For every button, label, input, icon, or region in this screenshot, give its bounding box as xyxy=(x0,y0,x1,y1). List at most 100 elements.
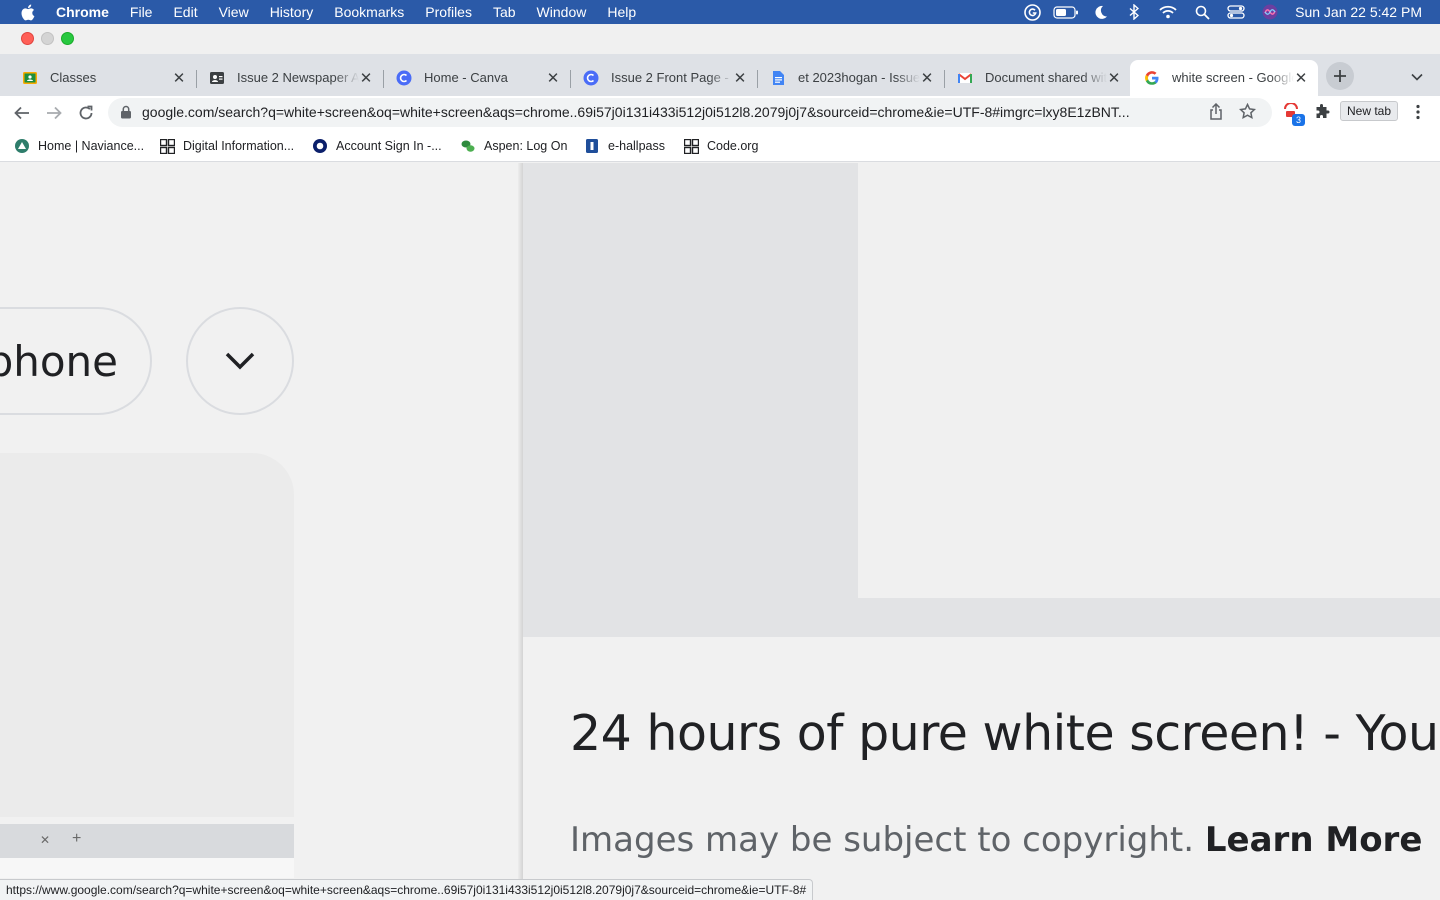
back-button[interactable] xyxy=(9,100,35,126)
tab-issue-2-newspaper[interactable]: Issue 2 Newspaper A ✕ xyxy=(195,60,384,96)
tab-document-shared[interactable]: Document shared with ✕ xyxy=(943,60,1131,96)
canva-icon xyxy=(583,70,599,86)
close-tab-icon[interactable]: ✕ xyxy=(544,69,562,87)
bookmark-digital-information[interactable]: Digital Information... xyxy=(159,137,294,155)
bookmark-label: Code.org xyxy=(707,139,759,153)
grammarly-icon[interactable] xyxy=(1015,0,1049,24)
menu-bar-clock[interactable]: Sun Jan 22 5:42 PM xyxy=(1295,4,1422,20)
close-tab-icon[interactable]: ✕ xyxy=(170,69,188,87)
reload-button[interactable] xyxy=(73,100,99,126)
forward-button[interactable] xyxy=(41,100,67,126)
grid-icon xyxy=(159,138,175,154)
zoom-window-button[interactable] xyxy=(61,32,74,45)
chrome-menu-kebab-icon[interactable] xyxy=(1408,102,1428,122)
menu-view[interactable]: View xyxy=(219,4,249,20)
more-chips-button[interactable] xyxy=(186,307,294,415)
extension-badge: 3 xyxy=(1292,114,1305,126)
plus-icon xyxy=(1334,70,1346,82)
bookmark-naviance[interactable]: Home | Naviance... xyxy=(14,137,144,155)
search-chip-phone[interactable]: phone xyxy=(0,307,152,415)
macos-menu-bar: Chrome File Edit View History Bookmarks … xyxy=(0,0,1440,24)
search-chip-label: phone xyxy=(0,337,118,386)
minimize-window-button[interactable] xyxy=(41,32,54,45)
menu-profiles[interactable]: Profiles xyxy=(425,4,472,20)
bookmark-label: e-hallpass xyxy=(608,139,665,153)
image-thumbnail-card[interactable] xyxy=(0,453,294,817)
tab-home-canva[interactable]: Home - Canva ✕ xyxy=(382,60,571,96)
tab-classes[interactable]: Classes ✕ xyxy=(8,60,197,96)
contact-card-icon xyxy=(209,70,225,86)
extensions-puzzle-icon[interactable] xyxy=(1312,102,1332,122)
siri-icon[interactable] xyxy=(1253,0,1287,24)
preview-image[interactable] xyxy=(858,163,1440,598)
bluetooth-icon[interactable] xyxy=(1117,0,1151,24)
tab-et-2023hogan[interactable]: et 2023hogan - Issue ✕ xyxy=(756,60,945,96)
copyright-text: Images may be subject to copyright. xyxy=(570,820,1195,860)
menu-edit[interactable]: Edit xyxy=(173,4,197,20)
menu-history[interactable]: History xyxy=(270,4,314,20)
tab-search-button[interactable] xyxy=(1406,66,1428,88)
bookmark-label: Aspen: Log On xyxy=(484,139,568,153)
menu-app-chrome[interactable]: Chrome xyxy=(56,4,109,20)
bookmark-label: Digital Information... xyxy=(183,139,295,153)
menu-window[interactable]: Window xyxy=(537,4,587,20)
bookmark-e-hallpass[interactable]: e-hallpass xyxy=(584,137,665,155)
close-tab-icon[interactable]: ✕ xyxy=(357,69,375,87)
menu-file[interactable]: File xyxy=(130,4,153,20)
new-tab-tooltip: New tab xyxy=(1340,101,1399,121)
tab-title: Document shared with xyxy=(985,70,1107,85)
spotlight-search-icon[interactable] xyxy=(1185,0,1219,24)
tab-white-screen-google[interactable]: white screen - Google ✕ xyxy=(1130,60,1318,96)
leaf-icon xyxy=(460,138,476,154)
bookmark-account-sign-in[interactable]: Account Sign In -... xyxy=(312,137,442,155)
reload-icon xyxy=(79,105,93,120)
tab-title: Issue 2 Front Page - 1 xyxy=(611,70,733,85)
plus-icon: + xyxy=(72,830,82,847)
preview-image-frame xyxy=(523,163,1440,637)
gmail-icon xyxy=(957,70,973,86)
bookmark-star-icon[interactable] xyxy=(1238,102,1257,121)
grid-icon xyxy=(683,138,699,154)
thumbnail-bottom xyxy=(0,858,294,878)
close-tab-icon[interactable]: ✕ xyxy=(731,69,749,87)
new-tab-button[interactable] xyxy=(1326,62,1354,90)
control-center-icon[interactable] xyxy=(1219,0,1253,24)
image-preview-panel: 24 hours of pure white screen! - You Ima… xyxy=(523,163,1440,900)
bookmarks-bar: Home | Naviance... Digital Information..… xyxy=(0,130,1440,162)
google-classroom-icon xyxy=(22,70,38,86)
close-window-button[interactable] xyxy=(21,32,34,45)
link-status-bubble: https://www.google.com/search?q=white+sc… xyxy=(0,879,814,900)
google-docs-icon xyxy=(770,70,786,86)
menu-tab[interactable]: Tab xyxy=(493,4,516,20)
tab-issue-2-front-page[interactable]: Issue 2 Front Page - 1 ✕ xyxy=(569,60,758,96)
menu-help[interactable]: Help xyxy=(607,4,636,20)
close-tab-icon[interactable]: ✕ xyxy=(1105,69,1123,87)
menu-bookmarks[interactable]: Bookmarks xyxy=(334,4,404,20)
hallpass-icon xyxy=(584,138,600,154)
page-content: phone ✕ + 24 hours of pure white screen!… xyxy=(0,163,1440,900)
close-tab-icon[interactable]: ✕ xyxy=(1292,69,1310,87)
tab-title: white screen - Google xyxy=(1172,70,1294,85)
result-title-link[interactable]: 24 hours of pure white screen! - You xyxy=(570,705,1439,762)
tab-strip: Classes ✕ Issue 2 Newspaper A ✕ Home - C… xyxy=(0,54,1440,96)
tab-title: Classes xyxy=(50,70,97,85)
bookmark-code-org[interactable]: Code.org xyxy=(683,137,758,155)
learn-more-link[interactable]: Learn More xyxy=(1205,820,1423,860)
copyright-notice: Images may be subject to copyright. Lear… xyxy=(570,820,1422,860)
battery-icon[interactable] xyxy=(1049,0,1083,24)
share-icon[interactable] xyxy=(1208,102,1226,121)
tab-title: Home - Canva xyxy=(424,70,508,85)
apple-icon[interactable] xyxy=(20,4,38,21)
bookmark-label: Home | Naviance... xyxy=(38,139,145,153)
bookmark-aspen[interactable]: Aspen: Log On xyxy=(460,137,567,155)
address-bar[interactable]: google.com/search?q=white+screen&oq=whit… xyxy=(108,98,1272,127)
menu-bar-status-area: Sun Jan 22 5:42 PM xyxy=(1015,0,1422,24)
chevron-down-icon xyxy=(1411,73,1423,81)
close-tab-icon[interactable]: ✕ xyxy=(918,69,936,87)
naviance-icon xyxy=(14,138,30,154)
arrow-left-icon xyxy=(14,106,29,120)
address-bar-url[interactable]: google.com/search?q=white+screen&oq=whit… xyxy=(142,104,1197,120)
wifi-icon[interactable] xyxy=(1151,0,1185,24)
do-not-disturb-moon-icon[interactable] xyxy=(1083,0,1117,24)
lock-icon[interactable] xyxy=(120,105,134,119)
